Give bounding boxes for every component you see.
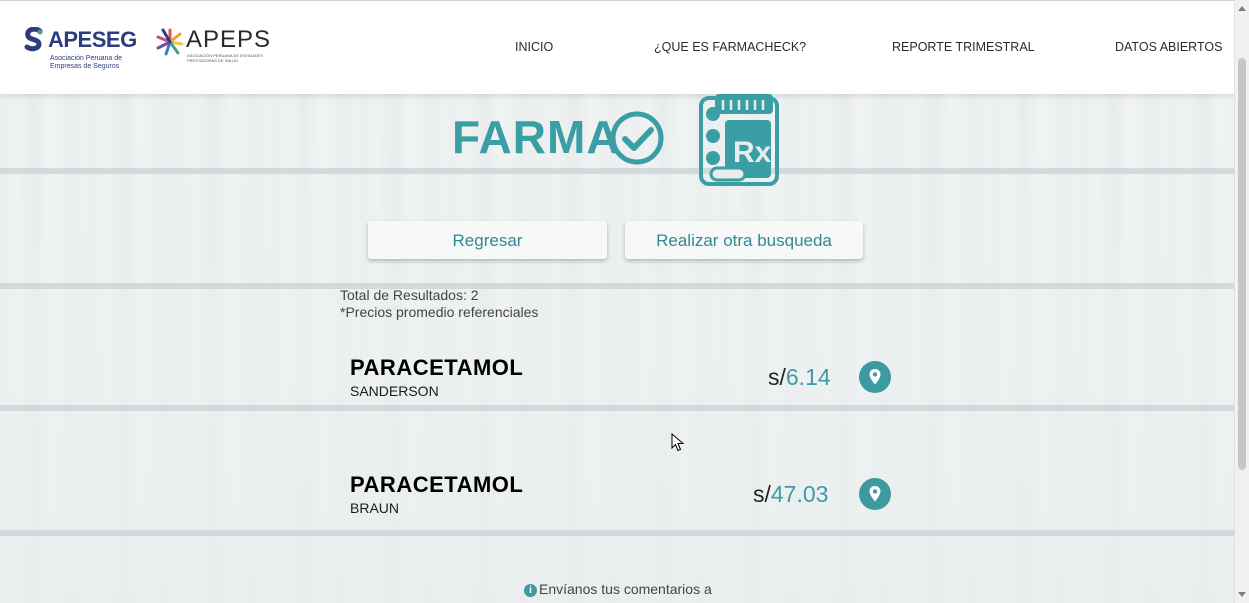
drug-lab: SANDERSON [350,383,439,399]
location-button[interactable] [859,478,891,510]
shelf-line [0,168,1235,174]
drug-name: PARACETAMOL [350,355,524,380]
price: s/6.14 [768,364,831,391]
price: s/47.03 [753,481,828,508]
site-header: APESEG Asociación Peruana de Empresas de… [0,0,1235,94]
scroll-down-arrow-icon[interactable] [1238,592,1246,597]
total-results: Total de Resultados: 2 [340,287,479,303]
nav-reporte-trimestral[interactable]: REPORTE TRIMESTRAL [892,40,1035,54]
price-note: *Precios promedio referenciales [340,304,539,320]
vertical-scrollbar[interactable] [1234,0,1249,603]
apeps-name: APEPS [186,26,272,53]
apeseg-logo[interactable]: APESEG Asociación Peruana de Empresas de… [24,26,139,70]
feedback-note[interactable]: i Envíanos tus comentarios a [524,581,712,597]
drug-lab: BRAUN [350,500,400,516]
apeps-logo[interactable]: APEPS ASOCIACIÓN PERUANA DE ENTIDADES PR… [156,26,271,66]
mouse-cursor-icon [671,433,685,452]
apeseg-subtitle: Asociación Peruana de Empresas de Seguro… [50,55,122,70]
new-search-button[interactable]: Realizar otra busqueda [625,221,863,259]
nav-que-es-farmacheck[interactable]: ¿QUE ES FARMACHECK? [654,40,806,54]
scroll-up-arrow-icon[interactable] [1238,6,1246,11]
svg-text:Rx: Rx [733,136,772,169]
info-icon: i [524,584,537,597]
map-pin-icon [869,486,881,502]
rx-bottle-icon: Rx [699,94,779,186]
apeps-star-icon [156,28,184,56]
nav-inicio[interactable]: INICIO [515,40,553,54]
shelf-line [0,530,1235,536]
drug-name: PARACETAMOL [350,472,524,497]
currency: s/ [753,481,771,507]
apeps-subtitle: ASOCIACIÓN PERUANA DE ENTIDADES PRESTADO… [187,53,264,63]
map-pin-icon [869,369,881,385]
price-amount: 47.03 [770,481,829,507]
feedback-text: Envíanos tus comentarios a [539,581,712,597]
currency: s/ [768,364,786,390]
price-amount: 6.14 [785,364,831,390]
apeseg-mark-icon [24,27,43,52]
check-circle-icon [610,111,664,165]
location-button[interactable] [859,361,891,393]
apeseg-name: APESEG [48,27,137,52]
shelf-line [0,283,1235,289]
back-button[interactable]: Regresar [368,221,607,259]
scroll-thumb[interactable] [1238,58,1246,470]
nav-datos-abiertos[interactable]: DATOS ABIERTOS [1115,40,1222,54]
farmacheck-wordmark: FARMA [452,111,621,163]
shelf-line [0,405,1235,411]
